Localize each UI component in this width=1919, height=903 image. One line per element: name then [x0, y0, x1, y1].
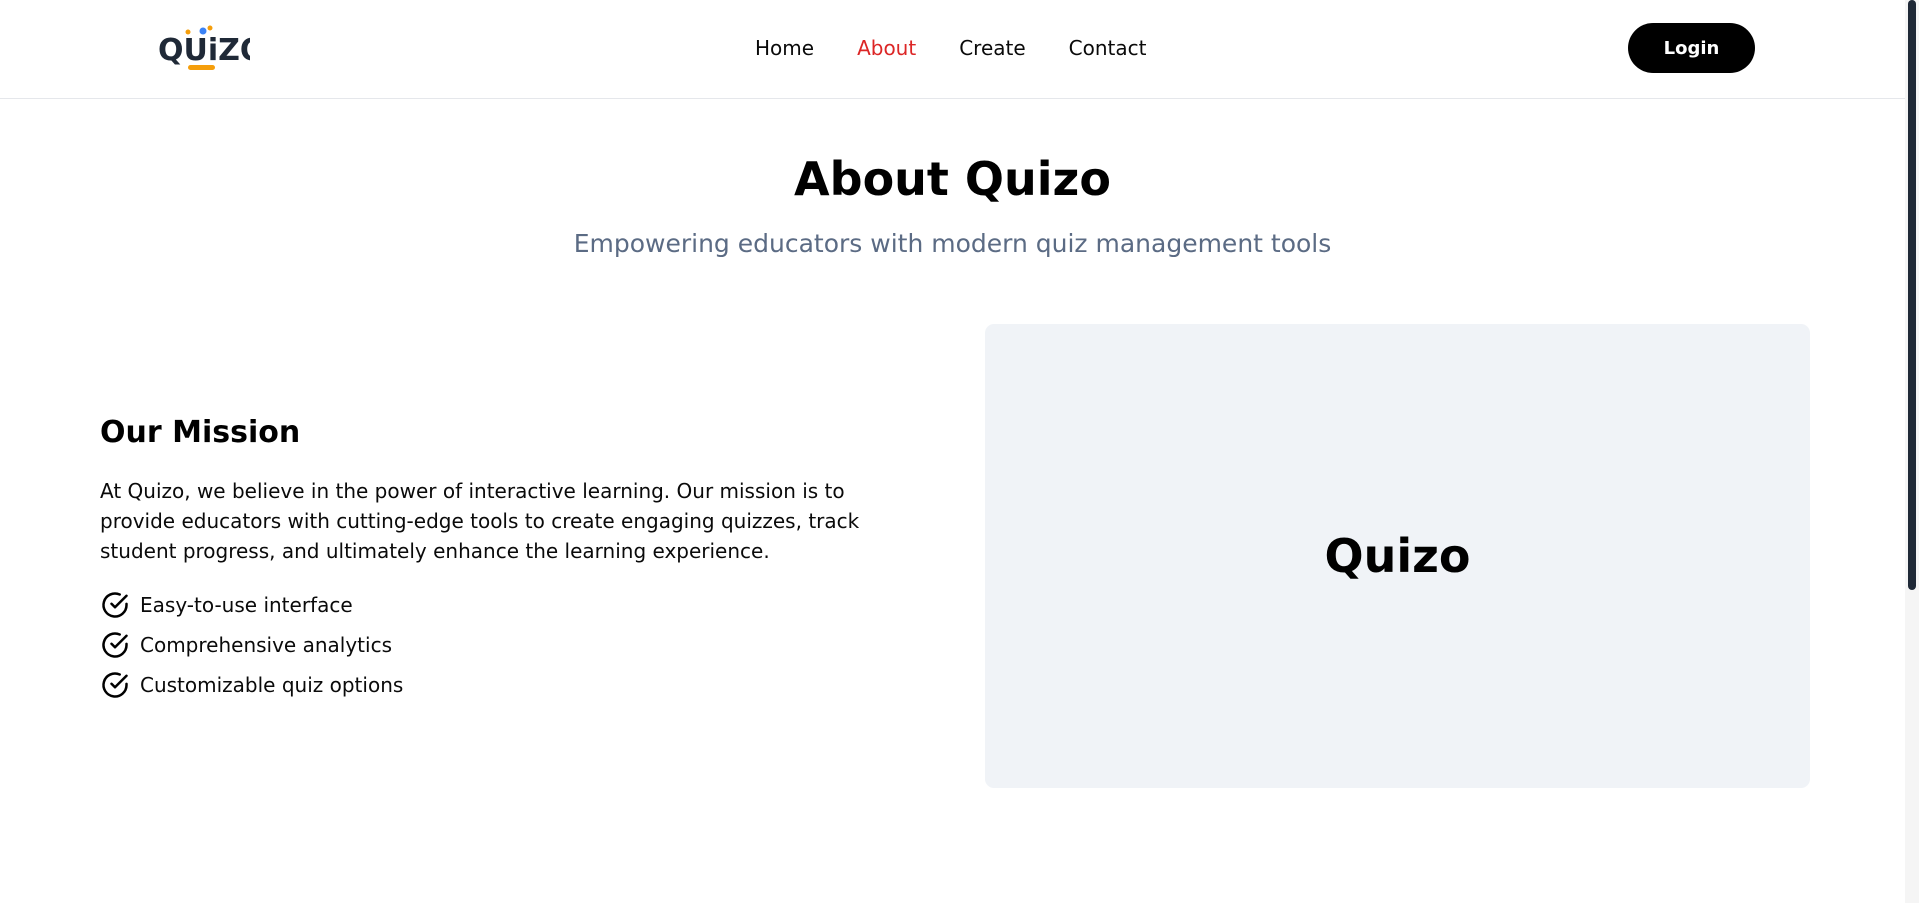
mission-title: Our Mission — [100, 415, 301, 450]
page-subtitle: Empowering educators with modern quiz ma… — [573, 229, 1332, 258]
feature-label: Comprehensive analytics — [140, 633, 392, 657]
page-title: About Quizo — [794, 152, 1111, 206]
quizo-card: Quizo — [985, 324, 1810, 788]
login-button[interactable]: Login — [1628, 23, 1755, 73]
feature-item: Customizable quiz options — [100, 665, 403, 705]
svg-text:QUiZO: QUiZO — [158, 33, 250, 68]
check-circle-icon — [100, 630, 130, 660]
card-title: Quizo — [1324, 529, 1471, 583]
feature-label: Easy-to-use interface — [140, 593, 353, 617]
nav-create[interactable]: Create — [959, 35, 1025, 61]
feature-item: Easy-to-use interface — [100, 585, 403, 625]
scrollbar-thumb[interactable] — [1908, 0, 1916, 590]
feature-label: Customizable quiz options — [140, 673, 404, 697]
mission-text: At Quizo, we believe in the power of int… — [100, 479, 860, 563]
quizo-logo[interactable]: QUiZO — [158, 24, 265, 72]
quizo-logo-mark: QUiZO — [158, 25, 265, 70]
check-circle-icon — [100, 670, 130, 700]
feature-item: Comprehensive analytics — [100, 625, 403, 665]
navbar: QUiZO Home About Create Contact Login — [0, 0, 1905, 99]
vertical-scrollbar[interactable] — [1905, 0, 1919, 903]
nav-contact[interactable]: Contact — [1069, 35, 1147, 61]
main-nav: Home About Create Contact — [755, 35, 1146, 61]
nav-home[interactable]: Home — [755, 35, 814, 61]
check-circle-icon — [100, 590, 130, 620]
feature-list: Easy-to-use interface Comprehensive anal… — [100, 585, 403, 705]
nav-about[interactable]: About — [857, 35, 916, 61]
